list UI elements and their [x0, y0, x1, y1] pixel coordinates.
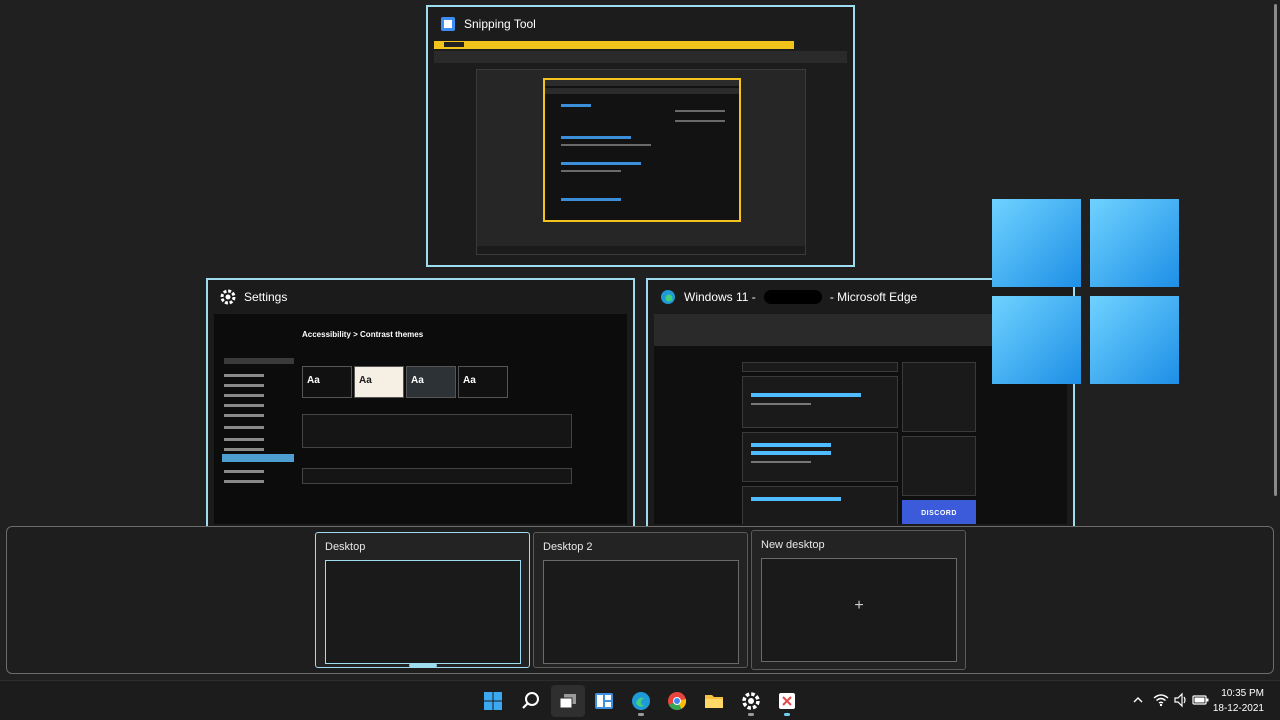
active-desktop-indicator [409, 664, 437, 667]
windows-logo-icon [992, 199, 1180, 385]
redacted-block [763, 290, 822, 304]
edge-icon [660, 289, 676, 305]
settings-icon [742, 692, 760, 710]
snipping-tool-titlebar[interactable]: Snipping Tool [428, 7, 853, 41]
snipping-tool-icon [440, 16, 456, 32]
snip-toolbar [434, 51, 847, 63]
clock-time: 10:35 PM [1221, 688, 1264, 699]
volume-button[interactable] [1172, 691, 1190, 709]
desktop-1-preview [325, 560, 521, 664]
search-button[interactable] [514, 685, 548, 717]
speaker-icon [1174, 692, 1186, 708]
snip-canvas [476, 69, 806, 255]
settings-taskbar-button[interactable] [734, 685, 768, 717]
task-view-button[interactable] [551, 685, 585, 717]
wifi-button[interactable] [1152, 691, 1170, 709]
start-icon [484, 692, 502, 710]
desktop-1-label: Desktop [325, 541, 366, 553]
battery-charging-icon [1192, 695, 1209, 705]
chrome-icon [668, 692, 687, 710]
snipping-tool-title: Snipping Tool [464, 17, 536, 31]
plus-icon: + [854, 597, 864, 614]
settings-breadcrumb: Accessibility > Contrast themes [302, 330, 424, 339]
settings-window[interactable]: Settings Accessibility > Contrast themes… [206, 278, 635, 530]
search-icon [522, 692, 539, 709]
virtual-desktops-strip: Desktop Desktop 2 New desktop + [6, 526, 1274, 674]
clock[interactable]: 10:35 PM 18-12-2021 [1213, 686, 1264, 716]
settings-titlebar[interactable]: Settings [208, 280, 633, 314]
snip-captured-browser [543, 78, 741, 222]
contrast-themes-panel [302, 414, 572, 448]
snip-highlight-bar [434, 41, 794, 49]
theme-desert: Aa [354, 366, 404, 398]
theme-dusk: Aa [406, 366, 456, 398]
scrollbar[interactable] [1274, 4, 1277, 496]
new-desktop-label: New desktop [761, 539, 825, 551]
new-desktop-preview: + [761, 558, 957, 662]
settings-gear-icon [220, 289, 236, 305]
widgets-icon [595, 693, 613, 709]
clock-date: 18-12-2021 [1212, 703, 1264, 714]
desktop-2[interactable]: Desktop 2 [533, 532, 748, 668]
snipping-tool-window[interactable]: Snipping Tool [426, 5, 855, 267]
file-explorer-taskbar-button[interactable] [697, 685, 731, 717]
discord-banner: DISCORD [902, 500, 976, 524]
snipping-tool-icon [779, 693, 795, 709]
desktop-2-preview [543, 560, 739, 664]
edge-title-suffix: - Microsoft Edge [829, 290, 918, 304]
edge-icon [632, 692, 650, 710]
edge-title: Windows 11 - [684, 290, 756, 304]
theme-aquatic: Aa [302, 366, 352, 398]
taskbar: 10:35 PM 18-12-2021 [0, 680, 1280, 720]
snipping-tool-taskbar-button[interactable] [770, 685, 804, 717]
settings-thumbnail: Accessibility > Contrast themes Aa Aa Aa… [214, 314, 627, 524]
widgets-button[interactable] [587, 685, 621, 717]
desktop-1[interactable]: Desktop [315, 532, 530, 668]
battery-button[interactable] [1192, 691, 1210, 709]
desktop-2-label: Desktop 2 [543, 541, 593, 553]
related-settings-panel [302, 468, 572, 484]
settings-title: Settings [244, 290, 288, 304]
snipping-tool-thumbnail [434, 41, 847, 261]
chevron-up-icon [1133, 697, 1143, 703]
wifi-icon [1153, 694, 1169, 707]
file-explorer-icon [705, 695, 723, 708]
task-view-icon [559, 694, 576, 709]
chrome-taskbar-button[interactable] [660, 685, 694, 717]
new-desktop-button[interactable]: New desktop + [751, 530, 966, 670]
show-hidden-icons-button[interactable] [1129, 691, 1147, 709]
theme-night-sky: Aa [458, 366, 508, 398]
start-button[interactable] [476, 685, 510, 717]
edge-taskbar-button[interactable] [624, 685, 658, 717]
